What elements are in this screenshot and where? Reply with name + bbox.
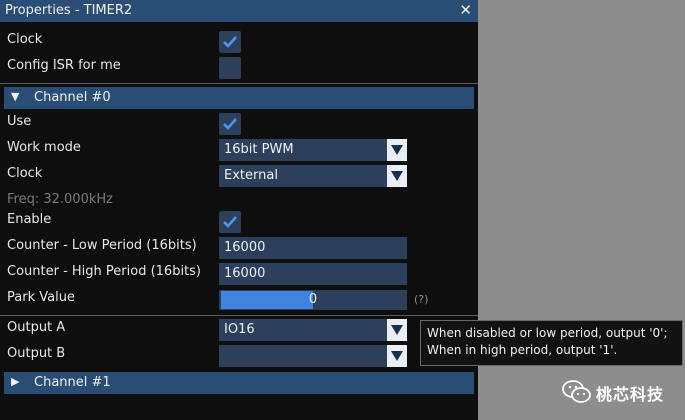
wechat-icon xyxy=(562,380,591,403)
clock-source-label: Clock xyxy=(7,166,43,181)
high-period-value: 16000 xyxy=(224,266,266,281)
clock-source-value: External xyxy=(224,168,278,183)
output-a-select[interactable]: IO16 xyxy=(219,319,407,341)
dropdown-button[interactable] xyxy=(387,139,407,161)
chevron-down-icon xyxy=(391,171,403,181)
expand-triangle-icon: ▼ xyxy=(11,90,20,103)
high-period-input[interactable]: 16000 xyxy=(219,263,407,285)
chevron-down-icon xyxy=(391,325,403,335)
dropdown-button[interactable] xyxy=(387,165,407,187)
enable-label: Enable xyxy=(7,212,52,227)
channel-1-header[interactable]: ▶ Channel #1 xyxy=(4,372,474,394)
output-a-label: Output A xyxy=(7,320,66,335)
clock-label: Clock xyxy=(7,32,43,47)
chevron-down-icon xyxy=(391,145,403,155)
work-mode-value: 16bit PWM xyxy=(224,142,294,157)
config-isr-checkbox[interactable] xyxy=(219,57,241,79)
low-period-input[interactable]: 16000 xyxy=(219,237,407,259)
work-mode-label: Work mode xyxy=(7,140,81,155)
channel-0-header[interactable]: ▼ Channel #0 xyxy=(4,87,474,109)
chevron-down-icon xyxy=(391,351,403,361)
channel-1-title: Channel #1 xyxy=(34,375,111,390)
frequency-readout: Freq: 32.000kHz xyxy=(7,192,113,207)
divider xyxy=(0,315,478,316)
output-b-label: Output B xyxy=(7,346,66,361)
divider xyxy=(0,83,478,84)
properties-window: Properties - TIMER2 ✕ Clock Config ISR f… xyxy=(0,0,478,420)
dropdown-button[interactable] xyxy=(387,319,407,341)
channel-0-title: Channel #0 xyxy=(34,90,111,105)
checkmark-icon xyxy=(223,216,237,228)
use-label: Use xyxy=(7,114,32,129)
tooltip: When disabled or low period, output '0';… xyxy=(420,320,683,366)
work-mode-select[interactable]: 16bit PWM xyxy=(219,139,407,161)
high-period-label: Counter - High Period (16bits) xyxy=(7,264,202,279)
park-value-readout: 0 xyxy=(308,292,318,307)
clock-source-select[interactable]: External xyxy=(219,165,407,187)
tooltip-line-1: When disabled or low period, output '0'; xyxy=(427,326,668,340)
clock-checkbox[interactable] xyxy=(219,31,241,53)
output-a-value: IO16 xyxy=(224,322,255,337)
watermark: 桃芯科技 xyxy=(562,375,680,409)
park-value-label: Park Value xyxy=(7,290,75,305)
low-period-value: 16000 xyxy=(224,240,266,255)
collapsed-triangle-icon: ▶ xyxy=(11,375,20,388)
output-b-select[interactable] xyxy=(219,345,407,367)
low-period-label: Counter - Low Period (16bits) xyxy=(7,238,197,253)
checkmark-icon xyxy=(223,118,237,130)
checkmark-icon xyxy=(223,36,237,48)
help-icon[interactable]: (?) xyxy=(414,293,428,306)
window-title: Properties - TIMER2 xyxy=(5,3,133,18)
enable-checkbox[interactable] xyxy=(219,211,241,233)
use-checkbox[interactable] xyxy=(219,113,241,135)
park-value-slider[interactable]: 0 xyxy=(219,290,407,310)
dropdown-button[interactable] xyxy=(387,345,407,367)
config-isr-label: Config ISR for me xyxy=(7,58,121,73)
close-icon[interactable]: ✕ xyxy=(459,1,472,19)
title-bar: Properties - TIMER2 ✕ xyxy=(0,0,478,22)
watermark-text: 桃芯科技 xyxy=(596,385,665,404)
tooltip-line-2: When in high period, output '1'. xyxy=(427,343,618,357)
